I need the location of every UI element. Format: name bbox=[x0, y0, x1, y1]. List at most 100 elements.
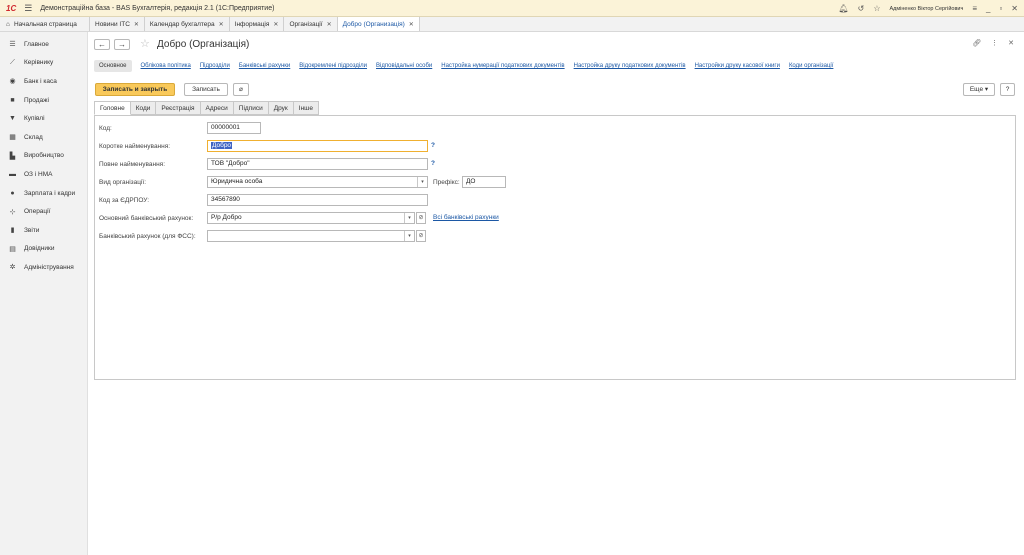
favorites-star-icon[interactable]: ☆ bbox=[873, 4, 880, 13]
app-logo: 1С bbox=[6, 3, 17, 13]
close-form-icon[interactable]: ✕ bbox=[1008, 39, 1014, 47]
tab-dobro-organization[interactable]: Добро (Организація) ✕ bbox=[337, 17, 420, 31]
tab-print[interactable]: Друк bbox=[268, 101, 294, 115]
edrpou-field[interactable]: 34567890 bbox=[207, 194, 428, 206]
sidebar-item-label: ОЗ і НМА bbox=[24, 170, 53, 178]
forward-button[interactable]: → bbox=[114, 39, 130, 50]
tab-addresses[interactable]: Адреси bbox=[200, 101, 234, 115]
sidebar-item-production[interactable]: ▙ Виробництво bbox=[0, 147, 87, 166]
org-type-value: Юридична особа bbox=[211, 178, 263, 185]
close-icon[interactable]: ✕ bbox=[409, 21, 414, 28]
short-name-value: Добро bbox=[211, 142, 233, 149]
tab-its-news[interactable]: Новини ІТС ✕ bbox=[90, 17, 145, 31]
prefix-field[interactable]: ДО bbox=[462, 176, 506, 188]
factory-icon: ▙ bbox=[9, 152, 16, 160]
chevron-down-icon[interactable]: ▾ bbox=[404, 213, 414, 223]
tab-information[interactable]: Інформація ✕ bbox=[230, 17, 285, 31]
nav-link-tax-doc-printing[interactable]: Настройка друку податкових документів bbox=[574, 63, 686, 69]
open-bank-account-button[interactable]: ⊘ bbox=[416, 212, 426, 224]
sidebar-item-sales[interactable]: ■ Продажі bbox=[0, 91, 87, 110]
history-icon[interactable]: ↺ bbox=[858, 4, 865, 13]
nav-link-accounting-policy[interactable]: Облікова політика bbox=[141, 63, 191, 69]
short-name-hint[interactable]: ? bbox=[431, 142, 435, 149]
nav-link-tax-doc-numbering[interactable]: Настройка нумерації податкових документі… bbox=[441, 63, 564, 69]
save-and-close-button[interactable]: Записать и закрыть bbox=[95, 83, 175, 96]
nav-link-responsible-persons[interactable]: Відповідальні особи bbox=[376, 63, 432, 69]
sidebar-item-administration[interactable]: ✲ Адміністрування bbox=[0, 258, 87, 277]
sidebar-item-purchases[interactable]: ▼ Купівлі bbox=[0, 109, 87, 128]
more-actions-icon[interactable]: ⋮ bbox=[991, 39, 998, 47]
sidebar-item-label: Операції bbox=[24, 208, 51, 216]
nav-link-departments[interactable]: Підрозділи bbox=[200, 63, 230, 69]
more-button[interactable]: Еще ▾ bbox=[963, 83, 995, 96]
sidebar-item-operations[interactable]: ⊹ Операції bbox=[0, 202, 87, 221]
prefix-label: Префікс: bbox=[433, 179, 460, 186]
sidebar-item-reports[interactable]: ▮ Звіти bbox=[0, 221, 87, 240]
full-name-field[interactable]: ТОВ "Добро" bbox=[207, 158, 428, 170]
sidebar-item-label: Керівнику bbox=[24, 59, 54, 67]
close-icon[interactable]: ✕ bbox=[134, 21, 139, 28]
close-window-icon[interactable]: ✕ bbox=[1011, 4, 1018, 13]
link-icon[interactable]: 🔗︎ bbox=[972, 39, 981, 47]
tab-label: Календар бухгалтера bbox=[149, 20, 215, 28]
sidebar-item-payroll[interactable]: ● Зарплата і кадри bbox=[0, 184, 87, 203]
sidebar-item-bank-cash[interactable]: ◉ Банк і каса bbox=[0, 72, 87, 91]
nav-link-organization-codes[interactable]: Коди організації bbox=[789, 63, 833, 69]
main-menu-icon[interactable]: ☰ bbox=[24, 3, 32, 14]
favorite-star-icon[interactable]: ☆ bbox=[140, 37, 150, 50]
code-field[interactable]: 00000001 bbox=[207, 122, 261, 134]
attachment-button[interactable]: ⌀ bbox=[233, 83, 249, 96]
help-button[interactable]: ? bbox=[1000, 83, 1015, 96]
bank-account-select[interactable]: Р/р Добро ▾ bbox=[207, 212, 415, 224]
tab-home[interactable]: ⌂ Начальная страница bbox=[0, 17, 90, 31]
fss-account-select[interactable]: ▾ bbox=[207, 230, 415, 242]
nav-link-main[interactable]: Основное bbox=[94, 60, 132, 72]
sidebar-item-manager[interactable]: ⟋ Керівнику bbox=[0, 54, 87, 73]
paperclip-icon: ⌀ bbox=[239, 86, 243, 93]
sidebar-item-label: Довідники bbox=[24, 245, 55, 253]
sidebar-item-label: Адміністрування bbox=[24, 263, 74, 271]
tab-organizations[interactable]: Організації ✕ bbox=[284, 17, 338, 31]
nav-link-bank-accounts[interactable]: Банківські рахунки bbox=[239, 63, 290, 69]
minimize-icon[interactable]: _ bbox=[986, 4, 990, 13]
tab-codes[interactable]: Коди bbox=[130, 101, 157, 115]
menu-icon: ☰ bbox=[9, 41, 16, 49]
close-icon[interactable]: ✕ bbox=[273, 21, 278, 28]
full-name-hint[interactable]: ? bbox=[431, 160, 435, 167]
tab-other[interactable]: Інше bbox=[293, 101, 320, 115]
chevron-down-icon[interactable]: ▾ bbox=[404, 231, 414, 241]
sidebar-item-label: Зарплата і кадри bbox=[24, 189, 76, 197]
nav-link-cash-book-printing[interactable]: Настройки друку касової книги bbox=[695, 63, 780, 69]
tab-general[interactable]: Головне bbox=[94, 101, 131, 115]
tab-label: Інформація bbox=[234, 20, 270, 28]
close-icon[interactable]: ✕ bbox=[327, 21, 332, 28]
truck-icon: ▬ bbox=[9, 170, 16, 178]
person-icon: ● bbox=[10, 189, 15, 197]
settings-menu-icon[interactable]: ≡ bbox=[972, 4, 977, 13]
chevron-down-icon[interactable]: ▾ bbox=[417, 177, 427, 187]
tab-accountant-calendar[interactable]: Календар бухгалтера ✕ bbox=[145, 17, 230, 31]
tab-registration[interactable]: Реєстрація bbox=[156, 101, 201, 115]
org-type-select[interactable]: Юридична особа ▾ bbox=[207, 176, 428, 188]
form-navigation-bar: Основное Облікова політика Підрозділи Ба… bbox=[94, 58, 833, 74]
close-icon[interactable]: ✕ bbox=[219, 21, 224, 28]
sidebar-item-label: Купівлі bbox=[24, 115, 45, 123]
sidebar-item-main[interactable]: ☰ Главное bbox=[0, 35, 87, 54]
sidebar-item-directories[interactable]: ▤ Довідники bbox=[0, 240, 87, 259]
report-icon: ▮ bbox=[10, 227, 15, 235]
warehouse-icon: ▦ bbox=[9, 134, 16, 142]
open-fss-account-button[interactable]: ⊘ bbox=[416, 230, 426, 242]
user-name[interactable]: Адміненко Віктор Сергійович bbox=[889, 6, 963, 12]
short-name-field[interactable]: Добро bbox=[207, 140, 428, 152]
save-button[interactable]: Записать bbox=[184, 83, 228, 96]
all-bank-accounts-link[interactable]: Всі банківські рахунки bbox=[433, 214, 499, 221]
restore-icon[interactable]: ▫ bbox=[999, 4, 1002, 13]
sidebar-item-fixed-assets[interactable]: ▬ ОЗ і НМА bbox=[0, 165, 87, 184]
nav-link-separate-divisions[interactable]: Відокремлені підрозділи bbox=[299, 63, 367, 69]
back-button[interactable]: ← bbox=[94, 39, 110, 50]
edrpou-label: Код за ЄДРПОУ: bbox=[99, 197, 150, 204]
title-bar-actions: 🔔︎ ↺ ☆ Адміненко Віктор Сергійович ≡ _ ▫… bbox=[838, 0, 1018, 17]
sidebar-item-warehouse[interactable]: ▦ Склад bbox=[0, 128, 87, 147]
tab-signatures[interactable]: Підписи bbox=[233, 101, 269, 115]
bell-icon[interactable]: 🔔︎ bbox=[838, 4, 848, 13]
